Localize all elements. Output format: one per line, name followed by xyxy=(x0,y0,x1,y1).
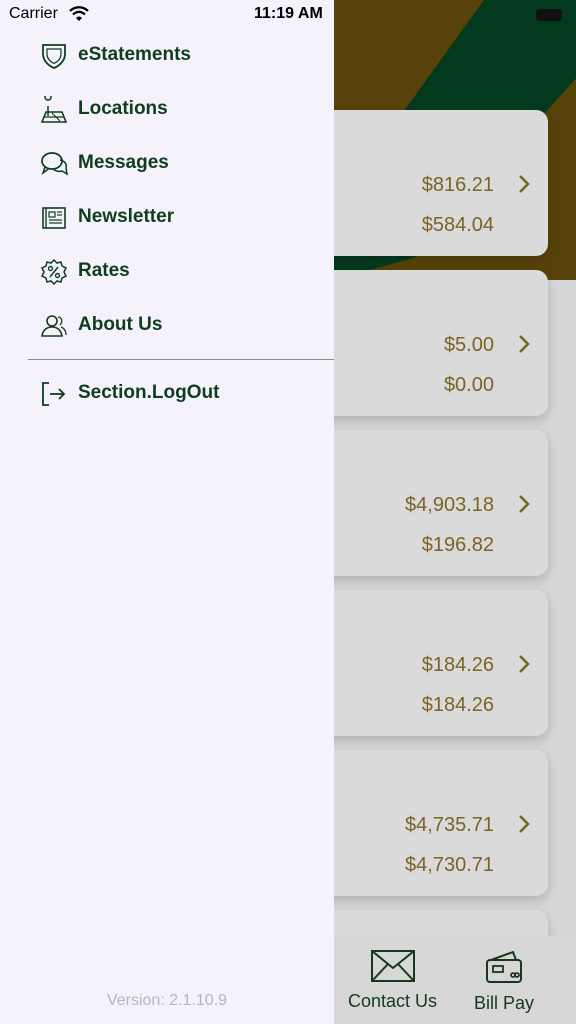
menu-item-logout[interactable]: Section.LogOut xyxy=(0,366,334,420)
account-balance: $184.26 xyxy=(421,654,494,676)
menu-item-rates[interactable]: Rates xyxy=(0,244,334,298)
menu-item-label: eStatements xyxy=(78,44,191,65)
account-card[interactable]: $816.21 $584.04 xyxy=(300,110,548,256)
newspaper-icon xyxy=(42,207,66,229)
status-time: 11:19 AM xyxy=(254,5,323,22)
status-bar: Carrier 11:19 AM xyxy=(0,0,334,30)
carrier-label: Carrier xyxy=(9,5,58,22)
percent-badge-icon xyxy=(40,258,68,286)
logout-icon xyxy=(42,382,66,406)
menu-item-label: About Us xyxy=(78,314,163,335)
menu-item-messages[interactable]: Messages xyxy=(0,136,334,190)
account-card[interactable]: $4,903.18 $196.82 xyxy=(300,430,548,576)
menu-item-locations[interactable]: Locations xyxy=(0,82,334,136)
envelope-icon xyxy=(370,950,415,982)
tab-label: Bill Pay xyxy=(474,993,535,1013)
menu-item-estatements[interactable]: eStatements xyxy=(0,28,334,82)
menu-item-newsletter[interactable]: Newsletter xyxy=(0,190,334,244)
tab-bill-pay[interactable]: Bill Pay xyxy=(474,950,534,1014)
shield-icon xyxy=(42,44,66,69)
account-available: $584.04 xyxy=(421,214,494,236)
account-card[interactable]: $184.26 $184.26 xyxy=(300,590,548,736)
menu-item-label: Newsletter xyxy=(78,206,175,227)
tab-contact-us[interactable]: Contact Us xyxy=(348,950,437,1012)
account-balance: $4,735.71 xyxy=(405,814,494,836)
account-available: $0.00 xyxy=(443,374,494,396)
menu-divider xyxy=(28,359,334,360)
wallet-card-icon xyxy=(486,950,523,983)
account-card[interactable]: $5.00 $0.00 xyxy=(300,270,548,416)
chevron-right-icon xyxy=(519,655,530,673)
menu-item-label: Section.LogOut xyxy=(78,382,220,403)
account-available: $4,730.71 xyxy=(405,854,494,876)
wifi-icon xyxy=(69,6,89,21)
account-available: $184.26 xyxy=(421,694,494,716)
chat-bubbles-icon xyxy=(41,152,68,176)
chevron-right-icon xyxy=(519,175,530,193)
account-balance: $4,903.18 xyxy=(405,494,494,516)
side-menu-drawer: eStatements Locations Messages Newslette… xyxy=(0,0,334,1024)
chevron-right-icon xyxy=(519,815,530,833)
menu-item-label: Rates xyxy=(78,260,130,281)
app-version: Version: 2.1.10.9 xyxy=(106,992,228,1009)
people-icon xyxy=(41,315,67,337)
account-balance: $5.00 xyxy=(443,334,494,356)
menu-item-label: Locations xyxy=(78,98,168,119)
map-icon xyxy=(40,96,68,123)
account-available: $196.82 xyxy=(421,534,494,556)
menu-item-label: Messages xyxy=(78,152,169,173)
tab-label: Contact Us xyxy=(348,991,438,1011)
battery-icon xyxy=(536,9,562,21)
chevron-right-icon xyxy=(519,495,530,513)
account-card[interactable]: $4,735.71 $4,730.71 xyxy=(300,750,548,896)
chevron-right-icon xyxy=(519,335,530,353)
menu-item-about-us[interactable]: About Us xyxy=(0,298,334,352)
account-balance: $816.21 xyxy=(421,174,494,196)
